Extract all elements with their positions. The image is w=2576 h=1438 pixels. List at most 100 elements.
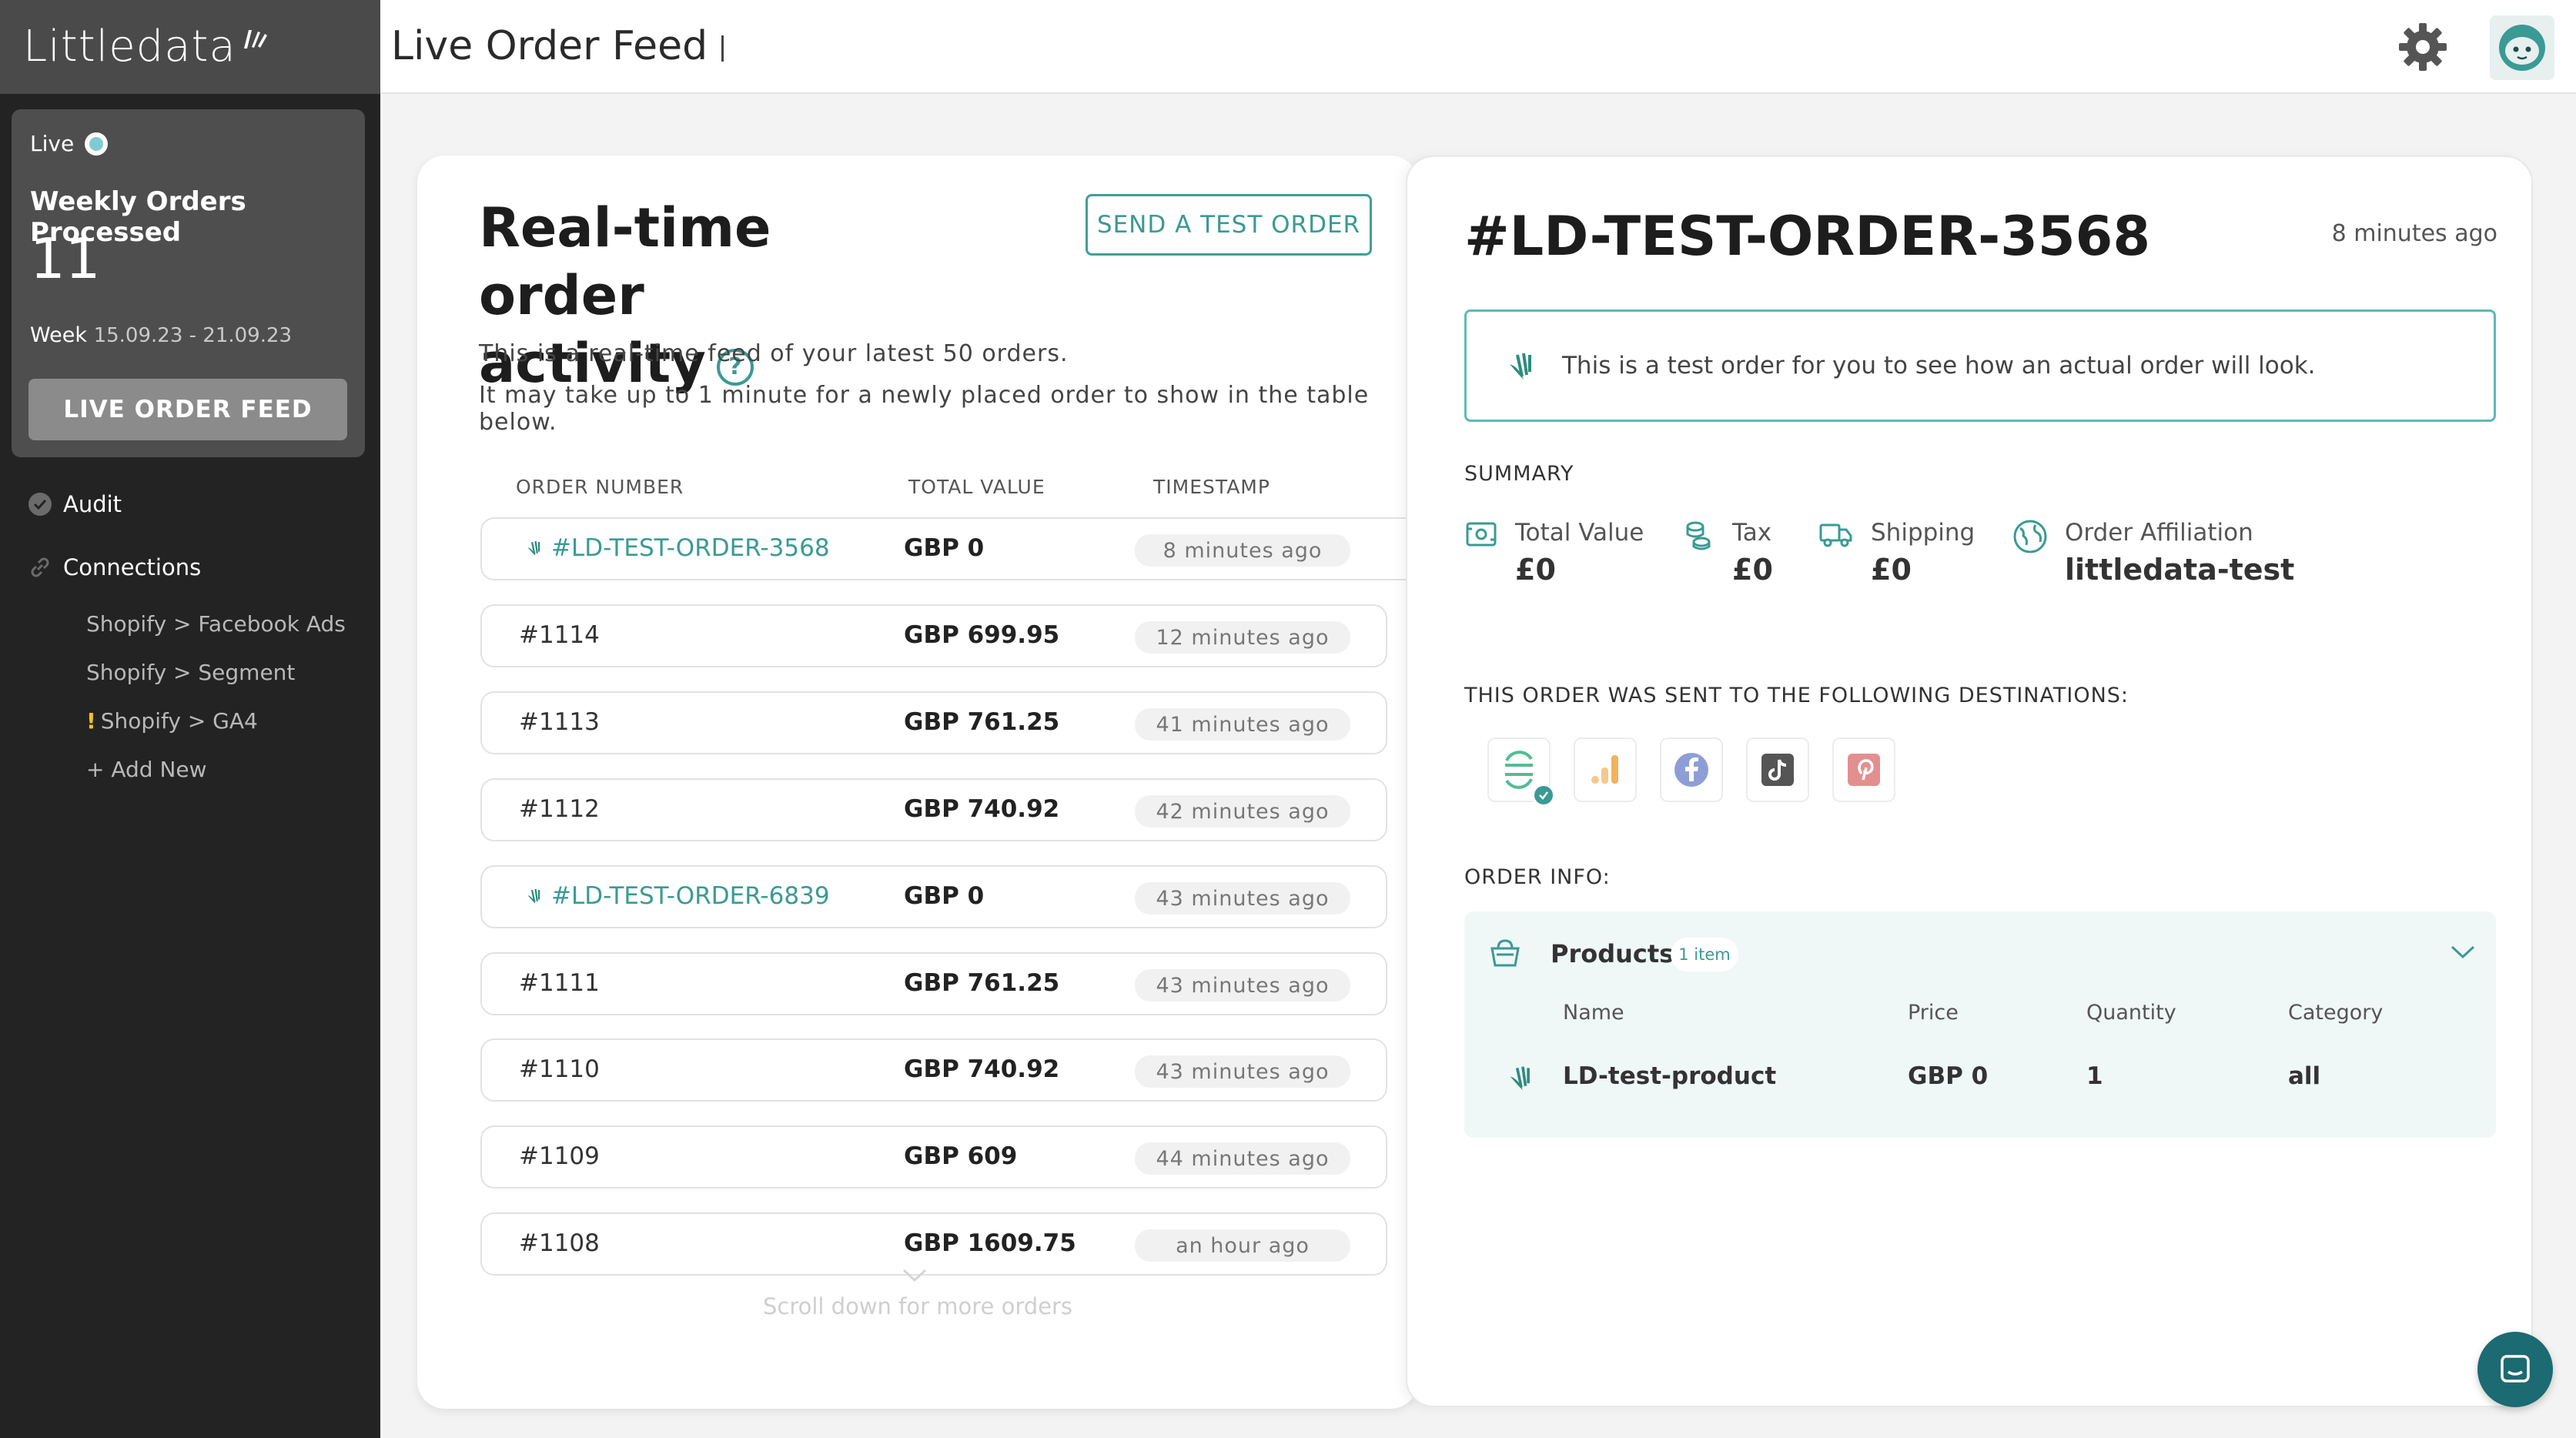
feed-description-2: It may take up to 1 minute for a newly p… <box>479 382 1370 436</box>
order-timestamp: 42 minutes ago <box>1135 795 1350 828</box>
facebook-icon <box>1674 753 1708 787</box>
chat-support-button[interactable] <box>2477 1332 2553 1407</box>
live-dot-icon <box>85 132 109 156</box>
summary-order-affiliation: Order Affiliation littledata-test <box>2012 519 2294 587</box>
logo[interactable]: Littledata <box>23 18 269 74</box>
sidebar: Littledata Live Weekly Orders Processed … <box>0 0 380 1438</box>
destination-tiktok[interactable] <box>1746 737 1809 802</box>
column-header-total-value[interactable]: TOTAL VALUE <box>908 476 1045 498</box>
order-number[interactable]: #LD-TEST-ORDER-6839 <box>525 882 830 910</box>
add-connection-link[interactable]: + Add New <box>86 757 207 782</box>
check-circle-icon <box>28 493 52 516</box>
column-header-timestamp[interactable]: TIMESTAMP <box>1153 476 1270 498</box>
order-timestamp: 41 minutes ago <box>1135 708 1350 741</box>
connection-facebook-ads[interactable]: Shopify > Facebook Ads <box>86 611 346 637</box>
summary-tax: Tax £0 <box>1681 519 1773 587</box>
column-header-category: Category <box>2288 1001 2384 1025</box>
order-timestamp: 43 minutes ago <box>1135 1055 1350 1088</box>
order-timestamp: 43 minutes ago <box>1135 969 1350 1002</box>
destinations-label: THIS ORDER WAS SENT TO THE FOLLOWING DES… <box>1464 684 2129 707</box>
table-row[interactable]: #1109 GBP 609 44 minutes ago <box>480 1125 1387 1189</box>
order-timestamp: 43 minutes ago <box>1135 882 1350 915</box>
truck-icon <box>1819 523 1852 547</box>
weekly-stats-card: Live Weekly Orders Processed 11 Week 15.… <box>12 109 365 457</box>
order-timestamp: 8 minutes ago <box>1135 534 1350 567</box>
order-number[interactable]: #1108 <box>519 1229 600 1257</box>
product-quantity: 1 <box>2086 1062 2103 1090</box>
order-info-label: ORDER INFO: <box>1464 865 1611 889</box>
table-row[interactable]: #1110 GBP 740.92 43 minutes ago <box>480 1038 1387 1102</box>
table-row[interactable]: #1108 GBP 1609.75 an hour ago <box>480 1212 1387 1276</box>
products-title: Products <box>1551 939 1674 968</box>
product-name: LD-test-product <box>1563 1062 1777 1090</box>
connection-segment[interactable]: Shopify > Segment <box>86 660 295 685</box>
logo-text: Littledata <box>23 21 236 72</box>
column-header-price: Price <box>1908 1001 1959 1025</box>
order-number[interactable]: #1111 <box>519 969 600 997</box>
column-header-order-number[interactable]: ORDER NUMBER <box>516 476 684 498</box>
order-number[interactable]: #LD-TEST-ORDER-3568 <box>525 534 830 562</box>
destination-facebook[interactable] <box>1660 737 1723 802</box>
order-number[interactable]: #1112 <box>519 795 600 823</box>
user-avatar-icon <box>2499 25 2545 71</box>
order-timestamp: 12 minutes ago <box>1135 621 1350 654</box>
segment-icon <box>1505 751 1533 789</box>
table-row[interactable]: #1113 GBP 761.25 41 minutes ago <box>480 691 1387 754</box>
live-label: Live <box>30 131 75 156</box>
stat-value: 11 <box>30 226 101 291</box>
products-count-badge: 1 item <box>1671 938 1738 971</box>
order-number[interactable]: #1114 <box>519 621 600 649</box>
gear-icon[interactable] <box>2396 20 2450 74</box>
table-row[interactable]: #LD-TEST-ORDER-6839 GBP 0 43 minutes ago <box>480 865 1387 928</box>
order-total-value: GBP 740.92 <box>904 795 1060 823</box>
notice-text: This is a test order for you to see how … <box>1562 352 2316 380</box>
order-number[interactable]: #1109 <box>519 1142 600 1170</box>
summary-label: SUMMARY <box>1464 462 1574 486</box>
live-indicator: Live <box>30 131 109 156</box>
destination-pinterest[interactable] <box>1832 737 1895 802</box>
column-header-name: Name <box>1563 1001 1624 1025</box>
week-range: Week 15.09.23 - 21.09.23 <box>30 323 292 347</box>
top-header: Live Order Feed <box>380 0 2576 94</box>
avatar[interactable] <box>2490 15 2554 80</box>
order-total-value: GBP 740.92 <box>904 1055 1060 1083</box>
live-order-feed-button[interactable]: LIVE ORDER FEED <box>28 379 347 440</box>
basket-icon <box>1490 939 1520 967</box>
summary-total-value: Total Value £0 <box>1464 519 1644 587</box>
chat-icon <box>2501 1355 2530 1383</box>
sidebar-item-connections[interactable]: Connections <box>28 554 201 580</box>
sidebar-item-audit[interactable]: Audit <box>28 491 122 517</box>
order-total-value: GBP 0 <box>904 534 985 562</box>
order-time-ago: 8 minutes ago <box>2331 220 2497 247</box>
order-total-value: GBP 609 <box>904 1142 1018 1170</box>
products-accordion[interactable]: Products 1 item Name Price Quantity Cate… <box>1464 911 2496 1138</box>
order-total-value: GBP 1609.75 <box>904 1229 1076 1257</box>
connection-ga4[interactable]: ! Shopify > GA4 <box>86 708 258 734</box>
text-cursor <box>721 35 724 62</box>
table-row[interactable]: #LD-TEST-ORDER-3568 GBP 0 8 minutes ago <box>480 517 1450 580</box>
order-number[interactable]: #1110 <box>519 1055 600 1083</box>
order-number[interactable]: #1113 <box>519 708 600 736</box>
destination-ga4[interactable] <box>1574 737 1637 802</box>
table-row[interactable]: #1114 GBP 699.95 12 minutes ago <box>480 604 1387 667</box>
order-timestamp: an hour ago <box>1135 1229 1350 1262</box>
table-row[interactable]: #1111 GBP 761.25 43 minutes ago <box>480 952 1387 1015</box>
coins-icon <box>1686 521 1711 550</box>
send-test-order-button[interactable]: SEND A TEST ORDER <box>1086 194 1372 256</box>
week-dates: 15.09.23 - 21.09.23 <box>93 324 293 347</box>
week-label: Week <box>30 323 87 347</box>
order-total-value: GBP 761.25 <box>904 708 1060 736</box>
logo-mark-icon <box>243 30 267 48</box>
tiktok-icon <box>1761 754 1794 786</box>
page-title: Live Order Feed <box>391 23 724 69</box>
littledata-leaf-icon <box>1510 353 1531 380</box>
destination-segment[interactable] <box>1487 737 1555 807</box>
littledata-leaf-icon <box>527 888 540 905</box>
money-icon <box>1466 522 1497 547</box>
chevron-down-icon[interactable] <box>2450 944 2476 961</box>
table-row[interactable]: #1112 GBP 740.92 42 minutes ago <box>480 778 1387 841</box>
littledata-leaf-icon <box>1510 1066 1530 1091</box>
order-total-value: GBP 761.25 <box>904 969 1060 997</box>
pinterest-icon <box>1848 754 1880 786</box>
summary-shipping: Shipping £0 <box>1818 519 1975 587</box>
